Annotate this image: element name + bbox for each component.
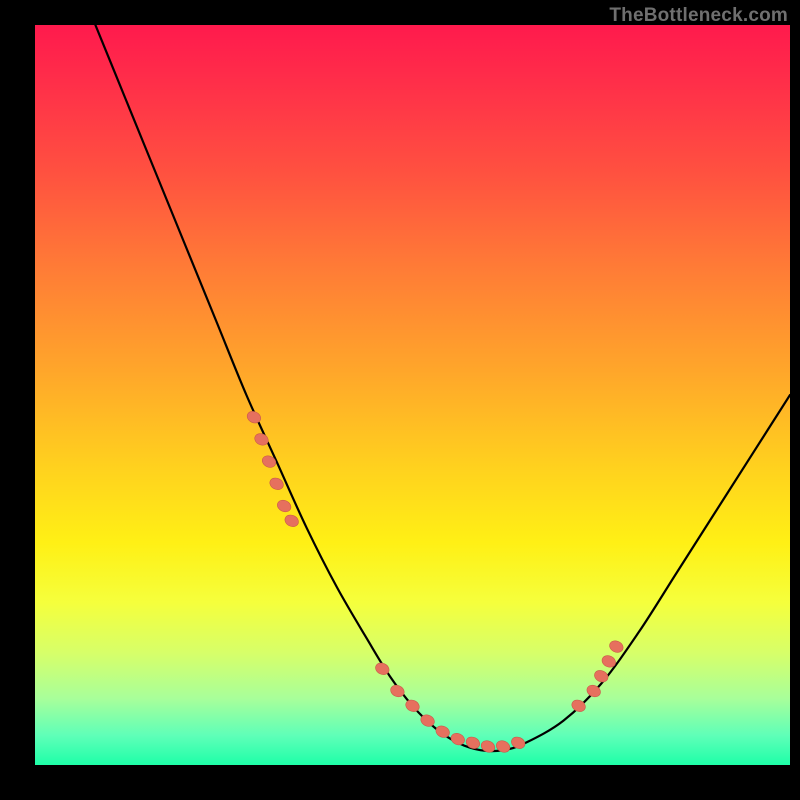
data-marker [494,739,511,755]
data-marker [275,498,292,514]
data-marker [464,735,481,751]
data-marker [608,639,625,655]
data-markers [245,409,625,754]
chart-frame [10,25,790,790]
plot-area [35,25,790,765]
chart-svg [35,25,790,765]
bottleneck-curve [95,25,790,751]
watermark-text: TheBottleneck.com [609,5,788,27]
data-marker [283,513,300,529]
data-marker [268,476,285,492]
data-marker [593,668,610,684]
data-marker [253,431,270,447]
data-marker [245,409,262,425]
